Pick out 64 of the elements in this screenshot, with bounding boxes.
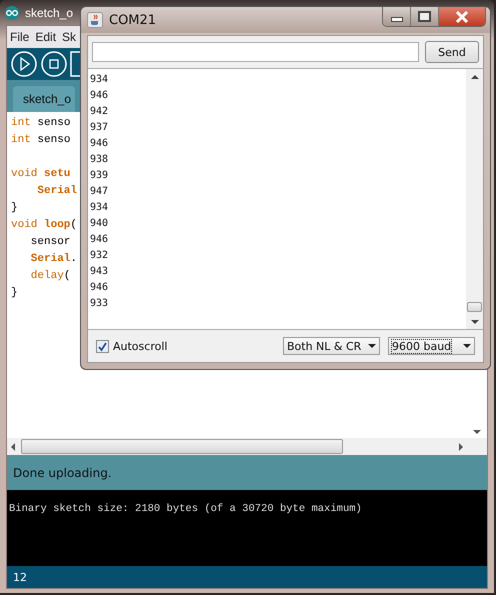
- output-line: 943: [90, 265, 110, 279]
- scroll-up-icon[interactable]: [470, 75, 478, 79]
- autoscroll-checkbox[interactable]: [96, 340, 109, 352]
- close-icon[interactable]: [455, 10, 469, 22]
- code-token: int: [11, 117, 31, 129]
- scrollbar-thumb[interactable]: [21, 439, 343, 454]
- code-token: sensor: [30, 236, 70, 248]
- window-title: COM21: [109, 12, 156, 28]
- close-button[interactable]: [439, 7, 485, 26]
- vertical-scrollbar[interactable]: [466, 69, 483, 329]
- output-line: 946: [90, 281, 110, 295]
- output-line: 933: [90, 297, 110, 311]
- stop-icon[interactable]: [40, 50, 68, 78]
- code-token: void: [11, 168, 38, 180]
- sketch-tab[interactable]: sketch_o: [13, 86, 76, 112]
- send-button[interactable]: Send: [425, 41, 479, 63]
- output-line: 934: [90, 201, 110, 215]
- code-token: Serial: [36, 185, 78, 197]
- code-token: .: [70, 253, 78, 265]
- scroll-down-icon[interactable]: [470, 320, 478, 324]
- output-line: 939: [90, 169, 110, 183]
- code-token: (: [64, 270, 70, 282]
- menu-item[interactable]: Edit: [35, 30, 56, 44]
- scroll-right-icon[interactable]: [459, 442, 463, 450]
- output-line: 942: [90, 105, 110, 119]
- output-line: 932: [90, 249, 110, 263]
- play-icon[interactable]: [10, 50, 38, 78]
- console-output: Binary sketch size: 2180 bytes (of a 30720 byte maximum): [9, 503, 362, 515]
- code-token: senso: [36, 134, 70, 146]
- line-number: 12: [13, 570, 27, 584]
- code-token: }: [11, 287, 18, 299]
- line-ending-dropdown[interactable]: Both NL & CR: [283, 337, 380, 355]
- baud-rate-dropdown[interactable]: 9600 baud: [388, 337, 475, 355]
- minimize-button[interactable]: [383, 7, 411, 26]
- autoscroll-label: Autoscroll: [113, 340, 168, 352]
- maximize-button[interactable]: [411, 7, 439, 26]
- code-token: int: [11, 134, 31, 146]
- status-message: Done uploading.: [13, 466, 112, 480]
- scrollbar-thumb[interactable]: [467, 302, 482, 312]
- menu-item[interactable]: File: [10, 30, 30, 44]
- code-token: (: [70, 219, 78, 231]
- horizontal-scrollbar[interactable]: [7, 438, 487, 455]
- output-line: 946: [90, 89, 110, 103]
- output-line: 946: [90, 233, 110, 247]
- code-token: loop: [43, 219, 70, 231]
- infinity-logo-icon: [3, 6, 21, 20]
- output-line: 947: [90, 185, 110, 199]
- code-token: delay: [30, 270, 64, 282]
- code-token: }: [11, 202, 18, 214]
- window-title: sketch_o: [25, 6, 74, 20]
- coffee-cup-icon: [87, 12, 103, 28]
- send-input-field[interactable]: [92, 42, 419, 62]
- scroll-down-icon[interactable]: [473, 430, 481, 434]
- code-token: setu: [43, 168, 70, 180]
- code-token: senso: [36, 117, 70, 129]
- scroll-left-icon[interactable]: [11, 442, 15, 450]
- menu-item[interactable]: Sk: [62, 30, 76, 44]
- code-token: void: [11, 219, 38, 231]
- output-line: 946: [90, 137, 110, 151]
- output-line: 940: [90, 217, 110, 231]
- output-line: 934: [90, 73, 110, 87]
- code-token: Serial: [30, 253, 70, 265]
- output-line: 937: [90, 121, 110, 135]
- output-line: 938: [90, 153, 110, 167]
